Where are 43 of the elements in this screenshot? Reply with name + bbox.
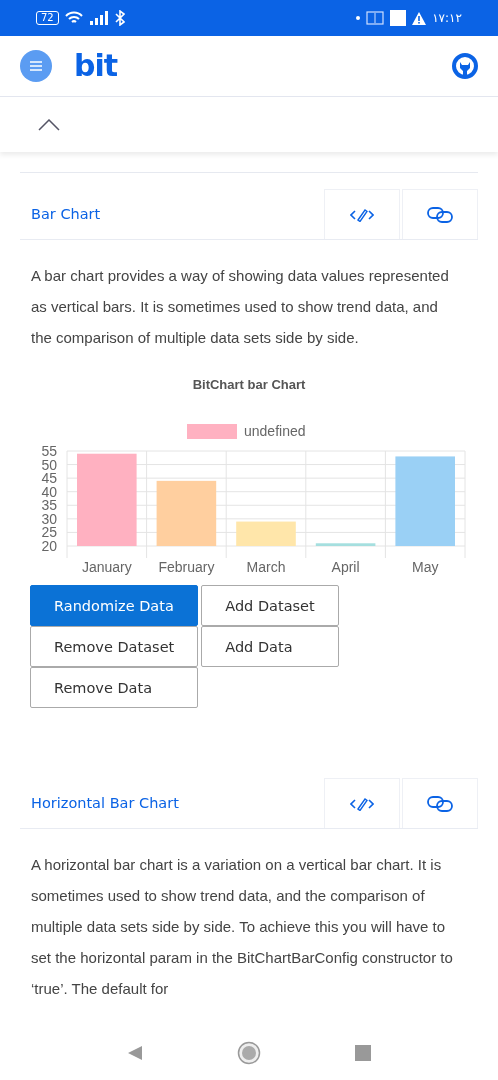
code-button[interactable] (324, 778, 400, 828)
axis-tick-label: March (246, 559, 286, 575)
bluetooth-icon (114, 10, 125, 26)
chart-action-button[interactable]: Add Data (201, 626, 339, 667)
chart-action-button[interactable]: Remove Data (30, 667, 199, 708)
chart-action-button[interactable]: Randomize Data (30, 585, 199, 626)
section-title: Bar Chart (30, 206, 102, 222)
clock-time: ١٧:١٢ (432, 11, 462, 25)
square-icon (390, 10, 407, 26)
github-icon[interactable] (452, 53, 478, 79)
link-icon (427, 795, 453, 812)
axis-tick-label: 55 (41, 443, 57, 459)
chart-title: BitChart bar Chart (192, 377, 306, 392)
description: A bar chart provides a way of showing data values represented as vertical bars. It is sometimes used to show trend data, and the comparison of multiple data sets side by side. (31, 266, 450, 348)
chevron-up-icon[interactable] (38, 118, 60, 131)
link-icon (427, 206, 453, 223)
back-button[interactable] (127, 1045, 143, 1061)
axis-tick-label: February (158, 559, 215, 575)
axis-tick-label: 50 (41, 456, 57, 473)
link-button[interactable] (402, 189, 478, 239)
home-button[interactable] (237, 1041, 261, 1065)
signal-icon (88, 11, 109, 25)
chart-action-button[interactable]: Add Dataset (201, 585, 339, 626)
wifi-icon (64, 11, 83, 25)
menu-button[interactable] (20, 50, 52, 82)
legend-label: undefined (244, 423, 306, 439)
axis-tick-label: April (331, 559, 360, 575)
axis-tick-label: 25 (41, 524, 57, 541)
code-button[interactable] (324, 189, 400, 239)
section-title: Horizontal Bar Chart (30, 795, 180, 811)
code-edit-icon (350, 207, 374, 222)
dot-icon (356, 16, 361, 20)
axis-tick-label: 20 (41, 538, 57, 554)
battery-icon: 72 (36, 11, 59, 25)
warning-icon (412, 11, 427, 25)
description: A horizontal bar chart is a variation on a vertical bar chart. It is sometimes used to show trend data, and the comparison of multiple data sets side by side. To achieve this you will have to set the horizontal param in the BitChartBarConfig constructor to ‘true’. The default for (31, 855, 454, 999)
code-edit-icon (350, 796, 374, 811)
axis-tick-label: January (81, 559, 132, 575)
link-button[interactable] (402, 778, 478, 828)
axis-tick-label: May (411, 559, 439, 575)
logo[interactable]: bit (74, 51, 118, 81)
sim-card-icon (366, 11, 385, 25)
chart-action-button[interactable]: Remove Dataset (30, 626, 199, 667)
